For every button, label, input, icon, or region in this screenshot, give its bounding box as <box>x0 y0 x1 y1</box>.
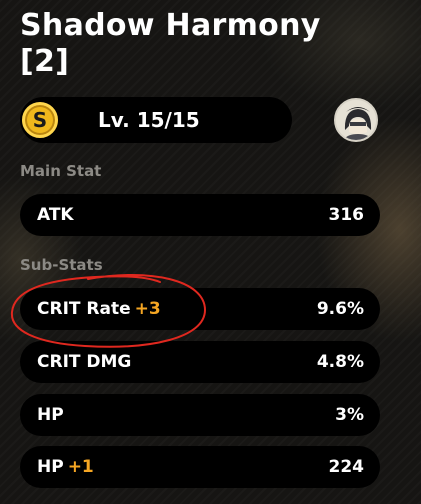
disc-title: Shadow Harmony [2] <box>20 8 400 80</box>
portrait-graphic <box>336 100 376 140</box>
sub-stat-boost: +3 <box>134 299 161 319</box>
main-stat-label: Main Stat <box>20 162 102 180</box>
sub-stat-row: HP +1 224 <box>20 446 380 488</box>
sub-stat-name: HP <box>37 394 68 436</box>
sub-stat-name-text: CRIT Rate <box>37 299 131 319</box>
rank-badge-letter: S <box>32 108 48 132</box>
sub-stat-name: HP +1 <box>37 446 94 488</box>
level-bar: S Lv. 15/15 <box>20 97 292 143</box>
sub-stat-row: CRIT Rate +3 9.6% <box>20 288 380 330</box>
sub-stat-value: 3% <box>335 405 364 425</box>
sub-stat-row: HP 3% <box>20 394 380 436</box>
main-stat-value: 316 <box>328 205 365 225</box>
sub-stat-name-text: HP <box>37 457 64 477</box>
sub-stat-name-text: CRIT DMG <box>37 352 132 372</box>
rank-s-badge-icon: S <box>22 102 58 138</box>
sub-stat-name-text: HP <box>37 405 64 425</box>
sub-stat-value: 224 <box>328 457 365 477</box>
sub-stat-name: CRIT DMG <box>37 341 135 383</box>
sub-stat-value: 9.6% <box>316 299 364 319</box>
main-stat-row: ATK 316 <box>20 194 380 236</box>
sub-stat-row: CRIT DMG 4.8% <box>20 341 380 383</box>
main-stat-name: ATK <box>37 205 74 225</box>
level-text: Lv. 15/15 <box>98 108 200 132</box>
sub-stats-label: Sub-Stats <box>20 256 103 274</box>
disc-slot: [2] <box>20 44 70 79</box>
sub-stat-name: CRIT Rate +3 <box>37 288 161 330</box>
sub-stat-boost: +1 <box>67 457 94 477</box>
disc-name: Shadow Harmony <box>20 8 321 43</box>
sub-stat-value: 4.8% <box>316 352 364 372</box>
character-portrait-icon[interactable] <box>334 98 378 142</box>
